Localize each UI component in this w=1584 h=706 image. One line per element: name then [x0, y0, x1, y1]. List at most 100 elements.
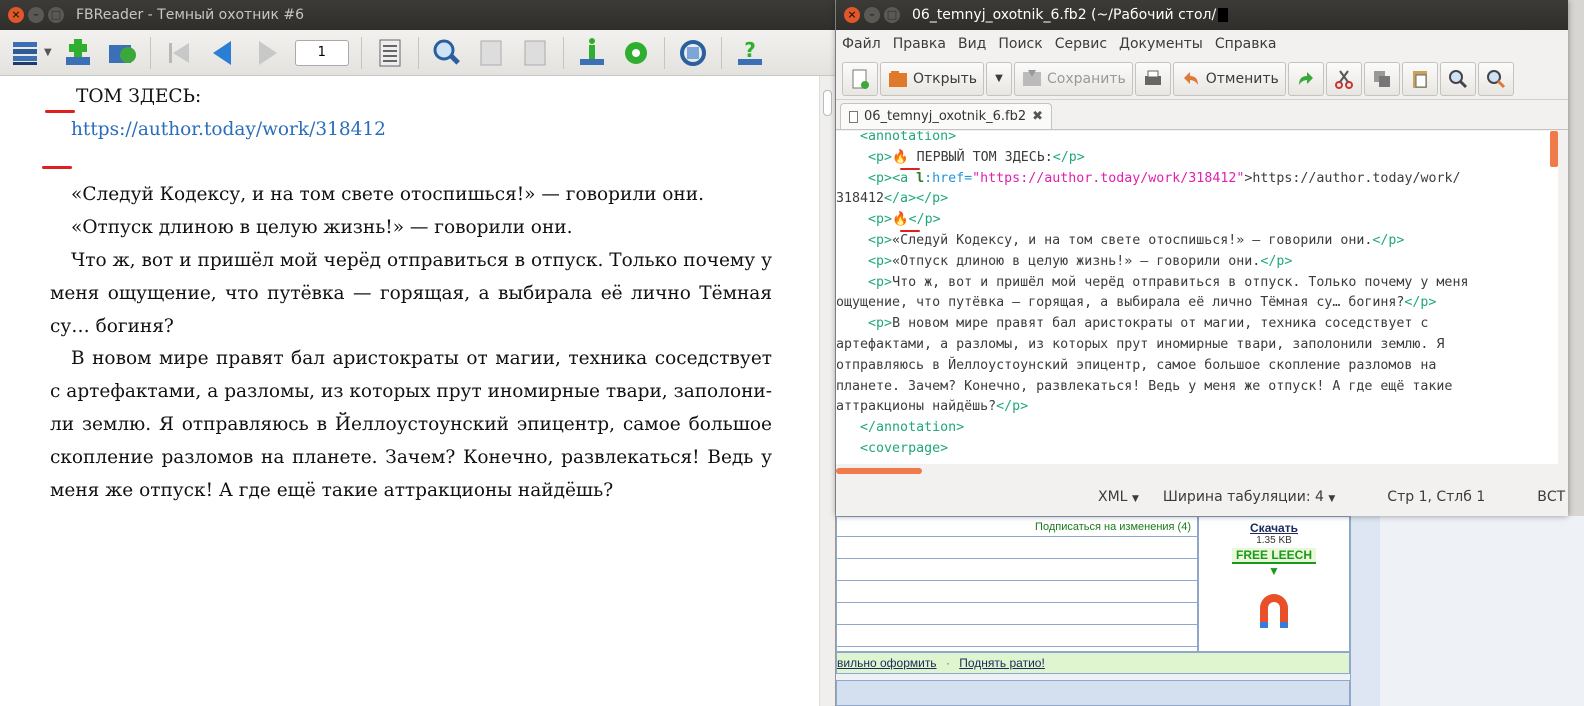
syntax-selector[interactable]: XML ▼ [1098, 489, 1139, 505]
replace-button[interactable] [1477, 61, 1514, 96]
new-document-icon [852, 69, 869, 89]
toolbar-separator [562, 36, 564, 69]
open-dropdown[interactable]: ▼ [985, 61, 1012, 96]
chevron-down-icon: ▼ [995, 73, 1003, 84]
save-button[interactable]: Сохранить [1013, 61, 1133, 96]
reader-line: с артефактами, а разломы, из которых пру… [50, 381, 772, 402]
maximize-icon[interactable]: □ [48, 7, 64, 23]
search-icon [1448, 69, 1467, 88]
page-gutter [1350, 516, 1380, 706]
toolbar-separator [720, 36, 722, 69]
subscribe-link[interactable]: Подписаться на изменения (4) [837, 517, 1197, 537]
paste-button[interactable] [1401, 61, 1438, 96]
fbreader-titlebar: × – □ FBReader - Темный охотник #6 [0, 0, 835, 30]
maximize-icon[interactable]: □ [884, 7, 900, 23]
scrollbar-thumb[interactable] [823, 90, 832, 116]
page-number-input[interactable]: 1 [294, 39, 349, 66]
undo-icon [1183, 71, 1198, 85]
menu-search[interactable]: Поиск [992, 36, 1048, 52]
help-link[interactable]: вильно оформить [837, 656, 937, 670]
editor-toolbar: Открыть ▼ Сохранить Отменить [836, 58, 1568, 100]
network-library-icon[interactable] [104, 35, 140, 71]
reader-scrollbar[interactable] [819, 76, 835, 706]
print-icon [1144, 70, 1161, 85]
magnet-icon[interactable] [1254, 588, 1294, 632]
tab-document[interactable]: 06_temnyj_oxotnik_6.fb2 ✖ [840, 103, 1053, 129]
files-table: Подписаться на изменения (4) [836, 516, 1198, 652]
code-line: планете. Зачем? Конечно, развлекаться! В… [836, 378, 1453, 394]
next-search-icon[interactable] [517, 35, 553, 71]
copy-button[interactable] [1363, 61, 1400, 96]
menu-documents[interactable]: Документы [1113, 36, 1209, 52]
reader-link[interactable]: https://author.today/work/318412 [71, 119, 386, 140]
redo-icon [1298, 71, 1313, 85]
bottom-links: вильно оформить · Поднять ратио! [836, 652, 1350, 674]
cut-button[interactable] [1325, 61, 1362, 96]
table-row [837, 559, 1197, 581]
document-icon [849, 110, 858, 123]
rotate-icon[interactable] [675, 35, 711, 71]
new-button[interactable] [842, 61, 878, 96]
forward-icon[interactable] [249, 35, 285, 71]
chevron-down-icon[interactable]: ▼ [44, 47, 52, 58]
code-line: <p><a l:href="https://author.today/work/… [868, 170, 1461, 186]
close-icon[interactable]: × [8, 7, 24, 23]
back-icon[interactable] [205, 35, 241, 71]
menu-tools[interactable]: Сервис [1049, 36, 1113, 52]
code-line: <p>«Следуй Кодексу, и на том свете отосп… [868, 232, 1405, 248]
code-line: <p>«Отпуск длиною в целую жизнь!» — гово… [868, 253, 1293, 269]
link-separator: · [945, 656, 950, 670]
fbreader-window: × – □ FBReader - Темный охотник #6 ▼ 1 ?… [0, 0, 836, 706]
first-page-icon[interactable] [161, 35, 197, 71]
close-icon[interactable]: × [844, 7, 860, 23]
chevron-down-icon: ▼ [1131, 494, 1139, 504]
annotation-mark [45, 110, 75, 113]
editor-window: × – □ 06_temnyj_oxotnik_6.fb2 (~/Рабочий… [836, 0, 1568, 516]
tab-width-selector[interactable]: Ширина табуляции: 4 ▼ [1163, 489, 1335, 505]
help-icon[interactable]: ? [732, 35, 768, 71]
download-link[interactable]: Скачать [1199, 521, 1349, 535]
code-line: отправляюсь в Йеллоустоунский эпицентр, … [836, 357, 1437, 373]
open-button[interactable]: Открыть [880, 61, 984, 96]
search-icon[interactable] [429, 35, 465, 71]
scrollbar-thumb[interactable] [836, 468, 922, 474]
menu-edit[interactable]: Правка [887, 36, 952, 52]
minimize-icon[interactable]: – [864, 7, 880, 23]
menu-file[interactable]: Файл [836, 36, 887, 52]
reader-line: «Следуй Кодексу, и на том свете отоспишь… [71, 184, 704, 205]
toc-icon[interactable] [372, 35, 408, 71]
redo-button[interactable] [1287, 61, 1324, 96]
code-editor[interactable]: <annotation> <p>🔥 ПЕРВЫЙ ТОМ ЗДЕСЬ:</p> … [836, 131, 1558, 464]
add-book-icon[interactable] [60, 35, 96, 71]
annotation-mark [42, 166, 72, 169]
menu-help[interactable]: Справка [1209, 36, 1283, 52]
code-line: <p>🔥 ПЕРВЫЙ ТОМ ЗДЕСЬ:</p> [868, 149, 1085, 165]
close-tab-icon[interactable]: ✖ [1032, 109, 1043, 124]
open-label: Открыть [913, 70, 977, 87]
download-panel: Скачать 1.35 KB FREE LEECH ▼ [1198, 516, 1350, 652]
code-line: артефактами, а разломы, из которых прут … [836, 336, 1445, 352]
toolbar-separator [417, 36, 419, 69]
library-icon[interactable] [8, 35, 44, 71]
undo-button[interactable]: Отменить [1172, 61, 1286, 96]
previous-search-icon[interactable] [473, 35, 509, 71]
chevron-down-icon: ▼ [1328, 494, 1336, 504]
code-line: <p>🔥</p> [868, 212, 941, 228]
reader-line: В новом мире правят бал аристократы от м… [71, 348, 772, 369]
code-line: <coverpage> [860, 440, 949, 456]
book-info-icon[interactable] [574, 35, 610, 71]
minimize-icon[interactable]: – [28, 7, 44, 23]
arrow-down-icon: ▼ [1268, 564, 1280, 578]
ratio-link[interactable]: Поднять ратио! [959, 656, 1045, 670]
code-horizontal-scrollbar[interactable] [836, 464, 1558, 476]
print-button[interactable] [1134, 61, 1171, 96]
scrollbar-thumb[interactable] [1550, 131, 1558, 167]
reader-line: су… богиня? [50, 316, 174, 337]
code-line: 318412</a></p> [836, 191, 949, 207]
table-row [837, 603, 1197, 625]
code-vertical-scrollbar[interactable] [1548, 131, 1558, 464]
code-line: </annotation> [860, 420, 965, 436]
find-button[interactable] [1439, 61, 1476, 96]
preferences-icon[interactable] [618, 35, 654, 71]
menu-view[interactable]: Вид [952, 36, 992, 52]
